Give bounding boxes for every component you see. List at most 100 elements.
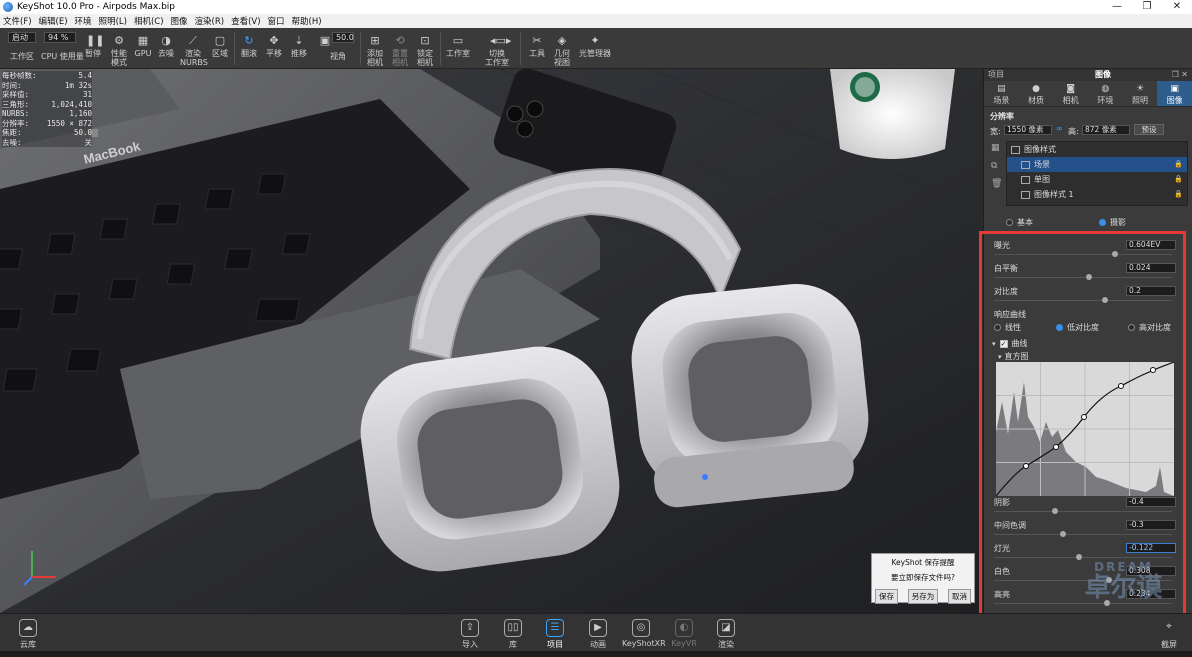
lights-slider-track[interactable] <box>994 557 1172 558</box>
list-item[interactable]: 场景 🔒 <box>1007 157 1187 172</box>
checkbox-icon[interactable]: ✓ <box>999 339 1008 348</box>
tab-environment[interactable]: ◍ 环境 <box>1088 81 1123 106</box>
cancel-button[interactable]: 取消 <box>948 589 971 604</box>
stat-value: 1m 32s <box>64 80 92 90</box>
tab-scene[interactable]: ▤ 场景 <box>984 81 1019 106</box>
lock-icon[interactable]: 🔒 <box>1174 187 1183 202</box>
menu-help[interactable]: 帮助(H) <box>292 15 322 27</box>
panel-window-controls[interactable]: ❐ ✕ <box>1162 69 1192 81</box>
curve-section-toggle[interactable]: ▾ ✓ 曲线 <box>992 338 1028 349</box>
delete-style-icon[interactable]: 🗑 <box>991 179 1002 189</box>
curve-low-contrast-radio[interactable]: 低对比度 <box>1056 322 1099 333</box>
minimize-button[interactable]: — <box>1102 0 1132 14</box>
render-nurbs-button[interactable]: ⟋ 渲染 NURBS <box>180 28 208 69</box>
shadows-slider-track[interactable] <box>994 511 1172 512</box>
white-balance-slider-track[interactable] <box>994 277 1172 278</box>
menu-file[interactable]: 文件(F) <box>3 15 32 27</box>
render-button[interactable]: ◪ 渲染 <box>712 614 740 652</box>
add-image-style-icon[interactable]: ▦ <box>991 143 1000 153</box>
exposure-input[interactable]: 0.604EV <box>1126 240 1176 250</box>
tab-material[interactable]: ● 材质 <box>1019 81 1054 106</box>
project-button[interactable]: ☰ 项目 <box>541 614 569 652</box>
light-manager-button[interactable]: ✦ 光管理器 <box>578 28 612 69</box>
preset-button[interactable]: 预设 <box>1134 124 1164 135</box>
shadows-input[interactable]: -0.4 <box>1126 497 1176 507</box>
menu-environment[interactable]: 环境 <box>75 15 92 27</box>
denoise-button[interactable]: ◑ 去噪 <box>156 28 176 69</box>
menu-window[interactable]: 窗口 <box>268 15 285 27</box>
histogram-toggle[interactable]: ▾ 直方图 <box>998 351 1029 362</box>
region-button[interactable]: ▢ 区域 <box>210 28 230 69</box>
lights-input[interactable]: -0.122 <box>1126 543 1176 553</box>
save-as-button[interactable]: 另存为 <box>907 589 939 604</box>
pan-button[interactable]: ✥ 平移 <box>263 28 285 69</box>
tab-lighting[interactable]: ☀ 照明 <box>1123 81 1158 106</box>
tab-image[interactable]: ▣ 图像 <box>1157 81 1192 106</box>
gpu-button[interactable]: ▦ GPU <box>134 28 152 69</box>
stat-key: 去噪: <box>2 137 22 147</box>
menu-lighting[interactable]: 照明(L) <box>99 15 127 27</box>
cpu-usage-field[interactable]: 94 % <box>44 32 76 43</box>
close-button[interactable]: ✕ <box>1162 0 1192 14</box>
duplicate-style-icon[interactable]: ⧉ <box>991 161 997 171</box>
link-ratio-icon[interactable]: ∞ <box>1056 124 1063 133</box>
fov-icon-button[interactable]: ▣ <box>318 28 332 69</box>
cpu-usage-label: CPU 使用量 <box>41 52 84 61</box>
width-input[interactable]: 1550 像素 <box>1004 125 1052 135</box>
midtones-slider-track[interactable] <box>994 534 1172 535</box>
mode-basic-radio[interactable]: 基本 <box>1006 217 1033 228</box>
curve-linear-radio[interactable]: 线性 <box>994 322 1021 333</box>
lock-camera-button[interactable]: ⊡ 锁定 相机 <box>414 28 436 69</box>
list-item[interactable]: 单图 🔒 <box>1007 172 1187 187</box>
midtones-slider-handle[interactable] <box>1060 531 1066 537</box>
contrast-slider-track[interactable] <box>994 300 1172 301</box>
animation-button[interactable]: ▶ 动画 <box>584 614 612 652</box>
render-viewport[interactable]: MacBook 每秒帧数: 5.4 时间: 1m 32s 采样值: 31 三角形… <box>0 69 982 613</box>
curve-high-contrast-radio[interactable]: 高对比度 <box>1128 322 1171 333</box>
dolly-button[interactable]: ⇣ 推移 <box>288 28 310 69</box>
midtones-input[interactable]: -0.3 <box>1126 520 1176 530</box>
menu-render[interactable]: 渲染(R) <box>195 15 225 27</box>
lock-icon[interactable]: 🔒 <box>1174 157 1183 172</box>
exposure-slider-handle[interactable] <box>1112 251 1118 257</box>
lock-icon[interactable]: 🔒 <box>1174 172 1183 187</box>
contrast-input[interactable]: 0.2 <box>1126 286 1176 296</box>
lights-label: 灯光 <box>994 544 1010 553</box>
contrast-slider-handle[interactable] <box>1102 297 1108 303</box>
height-input[interactable]: 872 像素 <box>1082 125 1130 135</box>
menu-camera[interactable]: 相机(C) <box>134 15 164 27</box>
tools-button[interactable]: ✂ 工具 <box>526 28 548 69</box>
cloud-library-button[interactable]: ☁ 云库 <box>14 614 42 652</box>
list-item[interactable]: 图像样式 1 🔒 <box>1007 187 1187 202</box>
mode-photo-radio[interactable]: 摄影 <box>1099 217 1126 228</box>
shadows-slider-handle[interactable] <box>1052 508 1058 514</box>
maximize-button[interactable]: ❐ <box>1132 0 1162 14</box>
vr-headset-icon: ◐ <box>675 619 693 637</box>
performance-mode-button[interactable]: ⚙ 性能 模式 <box>106 28 132 69</box>
tumble-button[interactable]: ↻ 翻滚 <box>238 28 260 69</box>
add-camera-button[interactable]: ⊞ 添加 相机 <box>364 28 386 69</box>
menu-image[interactable]: 图像 <box>171 15 188 27</box>
layer-icon <box>1021 175 1030 184</box>
library-button[interactable]: ▯▯ 库 <box>499 614 527 652</box>
tab-camera[interactable]: ◙ 相机 <box>1053 81 1088 106</box>
keyshotxr-button[interactable]: ◎ KeyShotXR <box>622 614 666 652</box>
studio-button[interactable]: ▭ 工作室 <box>444 28 472 69</box>
workspace-select[interactable]: 启动 <box>8 32 36 43</box>
exposure-slider-track[interactable] <box>994 254 1172 255</box>
fov-field[interactable]: 50.0 <box>332 32 354 43</box>
reset-camera-button[interactable]: ⟲ 重置 相机 <box>389 28 411 69</box>
white-balance-input[interactable]: 0.024 <box>1126 263 1176 273</box>
menu-edit[interactable]: 编辑(E) <box>39 15 68 27</box>
list-item[interactable]: 图像样式 <box>1007 142 1187 157</box>
white-balance-slider-handle[interactable] <box>1086 274 1092 280</box>
pause-button[interactable]: ❚❚ 暂停 <box>82 28 104 69</box>
screenshot-button[interactable]: ⌖ 截屏 <box>1152 614 1186 652</box>
import-button[interactable]: ⇪ 导入 <box>456 614 484 652</box>
geometry-view-button[interactable]: ◈ 几何 视图 <box>551 28 573 69</box>
menu-view[interactable]: 查看(V) <box>231 15 260 27</box>
save-button[interactable]: 保存 <box>875 589 898 604</box>
keyvr-button[interactable]: ◐ KeyVR <box>668 614 700 652</box>
switch-studio-button[interactable]: ◂▭▸ 切换 工作室 <box>482 28 512 69</box>
tone-curve-editor[interactable] <box>996 362 1174 496</box>
